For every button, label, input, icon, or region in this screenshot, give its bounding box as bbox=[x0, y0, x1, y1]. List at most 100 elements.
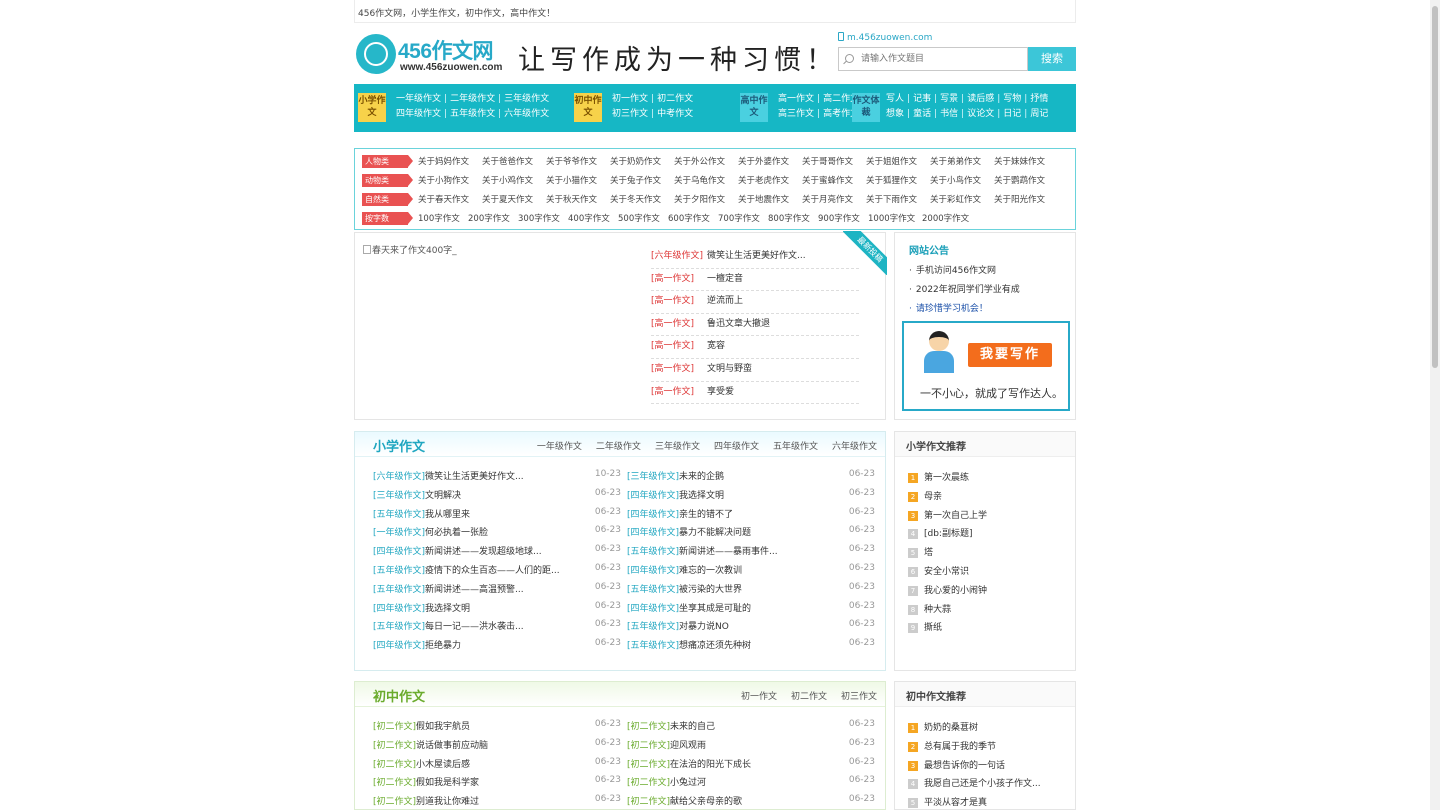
category-link[interactable]: 关于妈妈作文 bbox=[418, 155, 482, 167]
recommend-item[interactable]: 3 第一次自己上学 bbox=[908, 508, 987, 527]
recommend-item[interactable]: 2 总有属于我的季节 bbox=[908, 739, 1041, 758]
recommend-title[interactable]: 平淡从容才是真 bbox=[924, 798, 987, 808]
latest-item[interactable]: [高一作文] 文明与野蛮 bbox=[651, 359, 859, 382]
nav-link[interactable]: 书信 bbox=[940, 107, 958, 122]
article-title[interactable]: 每日一记——洪水袭击... bbox=[425, 622, 524, 632]
category-link[interactable]: 关于奶奶作文 bbox=[610, 155, 674, 167]
article-row[interactable]: [初二作文]假如我宇航员 06-23 bbox=[373, 719, 621, 738]
article-category[interactable]: [四年级作文] bbox=[373, 547, 425, 557]
article-row[interactable]: [六年级作文]微笑让生活更美好作文... 10-23 bbox=[373, 469, 621, 488]
write-button[interactable]: 我要写作 bbox=[968, 343, 1052, 367]
article-row[interactable]: [初二作文]未来的自己 06-23 bbox=[627, 719, 875, 738]
article-title[interactable]: 我从哪里来 bbox=[425, 510, 470, 520]
section-tab[interactable]: 初三作文 bbox=[841, 692, 877, 702]
latest-item-title[interactable]: 一檀定音 bbox=[707, 274, 743, 284]
latest-item-category[interactable]: [高一作文] bbox=[651, 269, 707, 289]
article-category[interactable]: [五年级作文] bbox=[373, 585, 425, 595]
article-category[interactable]: [五年级作文] bbox=[373, 510, 425, 520]
article-category[interactable]: [五年级作文] bbox=[627, 641, 679, 651]
article-title[interactable]: 假如我宇航员 bbox=[416, 722, 470, 732]
article-category[interactable]: [初二作文] bbox=[627, 741, 670, 751]
article-row[interactable]: [五年级作文]每日一记——洪水袭击... 06-23 bbox=[373, 619, 621, 638]
article-title[interactable]: 被污染的大世界 bbox=[679, 585, 742, 595]
section-tab[interactable]: 二年级作文 bbox=[596, 442, 641, 452]
article-category[interactable]: [初二作文] bbox=[373, 722, 416, 732]
recommend-item[interactable]: 4 [db:副标题] bbox=[908, 526, 987, 545]
category-link[interactable]: 200字作文 bbox=[468, 212, 518, 224]
latest-item-category[interactable]: [六年级作文] bbox=[651, 246, 707, 266]
article-title[interactable]: 迎风观雨 bbox=[670, 741, 706, 751]
article-category[interactable]: [四年级作文] bbox=[627, 604, 679, 614]
article-category[interactable]: [四年级作文] bbox=[627, 510, 679, 520]
recommend-title[interactable]: 我愿自己还是个小孩子作文... bbox=[924, 779, 1041, 789]
nav-link[interactable]: 初一作文 bbox=[612, 92, 648, 107]
article-title[interactable]: 新闻讲述——发现超级地球... bbox=[425, 547, 542, 557]
category-link[interactable]: 关于爷爷作文 bbox=[546, 155, 610, 167]
article-category[interactable]: [四年级作文] bbox=[373, 641, 425, 651]
latest-item-title[interactable]: 逆流而上 bbox=[707, 296, 743, 306]
article-row[interactable]: [五年级作文]新闻讲述——暴雨事件... 06-23 bbox=[627, 544, 875, 563]
article-row[interactable]: [三年级作文]未来的企鹅 06-23 bbox=[627, 469, 875, 488]
article-title[interactable]: 微笑让生活更美好作文... bbox=[425, 472, 524, 482]
primary-section-title[interactable]: 小学作文 bbox=[373, 436, 425, 455]
search-input[interactable] bbox=[861, 52, 1021, 66]
article-row[interactable]: [初二作文]假如我是科学家 06-23 bbox=[373, 775, 621, 794]
article-title[interactable]: 暴力不能解决问题 bbox=[679, 528, 751, 538]
category-link[interactable]: 100字作文 bbox=[418, 212, 468, 224]
recommend-title[interactable]: 种大蒜 bbox=[924, 605, 951, 615]
recommend-item[interactable]: 4 我愿自己还是个小孩子作文... bbox=[908, 776, 1041, 795]
article-title[interactable]: 坐享其成是可耻的 bbox=[679, 604, 751, 614]
latest-item-category[interactable]: [高一作文] bbox=[651, 359, 707, 379]
nav-link[interactable]: 议论文 bbox=[967, 107, 994, 122]
article-row[interactable]: [一年级作文]何必执着一张脸 06-23 bbox=[373, 525, 621, 544]
latest-item-title[interactable]: 享受爱 bbox=[707, 387, 734, 397]
category-link[interactable]: 2000字作文 bbox=[922, 212, 976, 224]
article-row[interactable]: [四年级作文]暴力不能解决问题 06-23 bbox=[627, 525, 875, 544]
recommend-item[interactable]: 7 我心爱的小闹钟 bbox=[908, 583, 987, 602]
recommend-item[interactable]: 3 最想告诉你的一句话 bbox=[908, 758, 1041, 777]
article-row[interactable]: [五年级作文]我从哪里来 06-23 bbox=[373, 507, 621, 526]
nav-link[interactable]: 写物 bbox=[1003, 92, 1021, 107]
article-category[interactable]: [六年级作文] bbox=[373, 472, 425, 482]
article-row[interactable]: [五年级作文]想痛凉还须先种树 06-23 bbox=[627, 638, 875, 657]
category-link[interactable]: 关于彩虹作文 bbox=[930, 193, 994, 205]
article-title[interactable]: 我选择文明 bbox=[425, 604, 470, 614]
nav-link[interactable]: 周记 bbox=[1030, 107, 1048, 122]
article-title[interactable]: 在法治的阳光下成长 bbox=[670, 760, 751, 770]
notice-item[interactable]: 2022年祝同学们学业有成 bbox=[909, 282, 1020, 295]
latest-item-category[interactable]: [高一作文] bbox=[651, 291, 707, 311]
latest-item[interactable]: [高一作文] 享受爱 bbox=[651, 382, 859, 405]
nav-link[interactable]: 抒情 bbox=[1030, 92, 1048, 107]
article-category[interactable]: [初二作文] bbox=[627, 797, 670, 807]
article-category[interactable]: [初二作文] bbox=[627, 722, 670, 732]
category-link[interactable]: 关于小狗作文 bbox=[418, 174, 482, 186]
category-link[interactable]: 关于冬天作文 bbox=[610, 193, 674, 205]
category-link[interactable]: 关于小鸡作文 bbox=[482, 174, 546, 186]
middle-section-title[interactable]: 初中作文 bbox=[373, 686, 425, 705]
category-link[interactable]: 关于兔子作文 bbox=[610, 174, 674, 186]
article-category[interactable]: [初二作文] bbox=[373, 778, 416, 788]
nav-link[interactable]: 想象 bbox=[886, 107, 904, 122]
category-link[interactable]: 900字作文 bbox=[818, 212, 868, 224]
category-link[interactable]: 关于乌龟作文 bbox=[674, 174, 738, 186]
article-category[interactable]: [五年级作文] bbox=[627, 547, 679, 557]
article-title[interactable]: 小木屋读后感 bbox=[416, 760, 470, 770]
recommend-title[interactable]: 第一次自己上学 bbox=[924, 511, 987, 521]
category-link[interactable]: 关于小猫作文 bbox=[546, 174, 610, 186]
recommend-title[interactable]: 最想告诉你的一句话 bbox=[924, 761, 1005, 771]
category-link[interactable]: 关于哥哥作文 bbox=[802, 155, 866, 167]
latest-item-title[interactable]: 微笑让生活更美好作文... bbox=[707, 251, 806, 261]
category-link[interactable]: 关于外婆作文 bbox=[738, 155, 802, 167]
category-link[interactable]: 关于姐姐作文 bbox=[866, 155, 930, 167]
article-title[interactable]: 疫情下的众生百态——人们的距... bbox=[425, 566, 560, 576]
article-category[interactable]: [三年级作文] bbox=[627, 472, 679, 482]
article-title[interactable]: 我选择文明 bbox=[679, 491, 724, 501]
nav-link[interactable]: 三年级作文 bbox=[504, 92, 549, 107]
category-link[interactable]: 关于夏天作文 bbox=[482, 193, 546, 205]
article-title[interactable]: 亲生的错不了 bbox=[679, 510, 733, 520]
recommend-item[interactable]: 1 第一次晨练 bbox=[908, 470, 987, 489]
recommend-title[interactable]: 奶奶的桑葚树 bbox=[924, 723, 978, 733]
article-title[interactable]: 说话做事前应动脑 bbox=[416, 741, 488, 751]
latest-item-title[interactable]: 文明与野蛮 bbox=[707, 364, 752, 374]
section-tab[interactable]: 初一作文 bbox=[741, 692, 777, 702]
